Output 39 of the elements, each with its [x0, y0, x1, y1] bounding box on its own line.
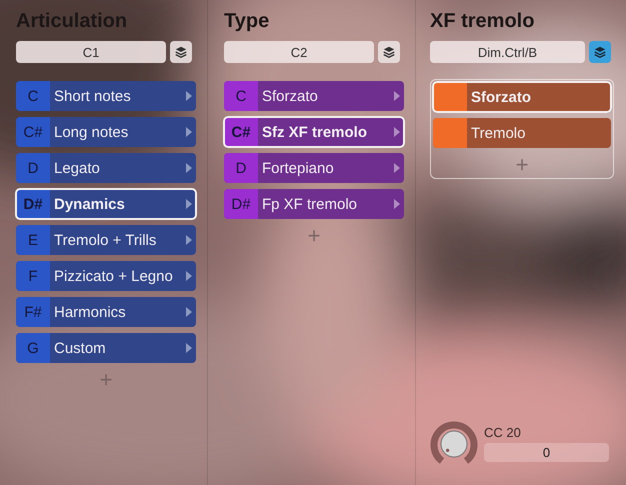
- column-title: Type: [224, 10, 270, 34]
- layers-icon: [593, 45, 607, 59]
- layers-button[interactable]: [589, 41, 611, 63]
- list-item[interactable]: Sforzato: [433, 82, 611, 112]
- arrow-icon: [186, 127, 192, 137]
- layers-icon: [174, 45, 188, 59]
- arrow-icon: [186, 271, 192, 281]
- arrow-icon: [186, 307, 192, 317]
- arrow-icon: [186, 199, 192, 209]
- layers-button[interactable]: [378, 41, 400, 63]
- arrow-icon: [394, 199, 400, 209]
- list-item[interactable]: C Short notes: [16, 81, 196, 111]
- arrow-icon: [186, 343, 192, 353]
- list-item[interactable]: C# Sfz XF tremolo: [224, 117, 404, 147]
- arrow-icon: [394, 163, 400, 173]
- dropdown-field[interactable]: C2: [224, 41, 374, 63]
- list-item[interactable]: F Pizzicato + Legno: [16, 261, 196, 291]
- column-title: XF tremolo: [430, 10, 536, 34]
- list-item[interactable]: D Legato: [16, 153, 196, 183]
- controller-label: CC 20: [484, 424, 522, 440]
- layers-button[interactable]: [170, 41, 192, 63]
- dropdown-field[interactable]: C1: [16, 41, 166, 63]
- list-item[interactable]: Tremolo: [433, 118, 611, 148]
- arrow-icon: [186, 235, 192, 245]
- list-item[interactable]: D# Fp XF tremolo: [224, 189, 404, 219]
- arrow-icon: [186, 163, 192, 173]
- layers-icon: [382, 45, 396, 59]
- arrow-icon: [186, 91, 192, 101]
- list-item[interactable]: E Tremolo + Trills: [16, 225, 196, 255]
- list-item[interactable]: C Sforzato: [224, 81, 404, 111]
- dropdown-field[interactable]: Dim.Ctrl/B: [430, 41, 585, 63]
- list-item[interactable]: D# Dynamics: [16, 189, 196, 219]
- list-item[interactable]: F# Harmonics: [16, 297, 196, 327]
- list-item[interactable]: G Custom: [16, 333, 196, 363]
- list-item[interactable]: D Fortepiano: [224, 153, 404, 183]
- arrow-icon: [394, 127, 400, 137]
- arrow-icon: [394, 91, 400, 101]
- value-field[interactable]: 0: [484, 442, 609, 462]
- list-item[interactable]: C# Long notes: [16, 117, 196, 147]
